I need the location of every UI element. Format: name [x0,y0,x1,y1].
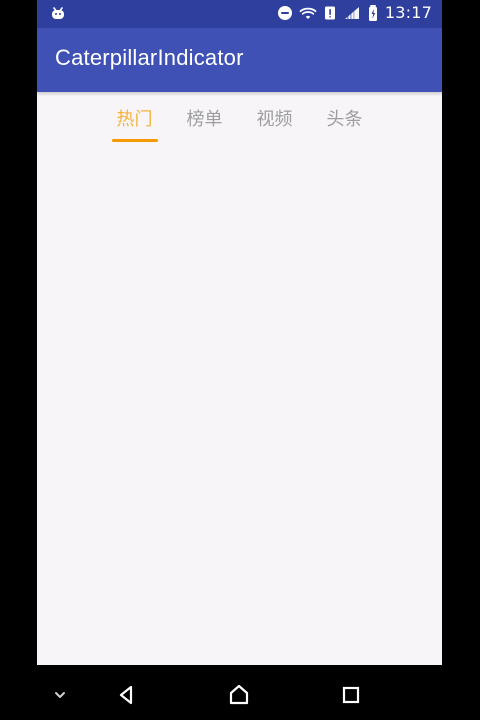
content-area [37,147,442,665]
signal-icon [343,5,361,21]
tab-label: 头条 [326,109,363,130]
tab-headlines[interactable]: 头条 [325,104,365,132]
android-screen: 13:17 CaterpillarIndicator 热门 榜单 视频 头条 [0,0,480,720]
recents-icon [338,682,364,708]
recents-button[interactable] [331,675,371,715]
status-bar: 13:17 [37,0,442,28]
android-debug-icon [49,4,67,22]
app-bar: CaterpillarIndicator [37,28,442,92]
do-not-disturb-icon [277,5,293,21]
home-icon [225,681,253,709]
android-navigation-bar [0,665,480,720]
chevron-down-button[interactable] [40,675,80,715]
status-right: 13:17 [277,3,432,22]
tab-hot[interactable]: 热门 [111,104,158,142]
tab-label: 视频 [256,109,293,130]
back-button[interactable] [106,675,146,715]
app-window: 13:17 CaterpillarIndicator 热门 榜单 视频 头条 [37,0,442,665]
chevron-down-icon [52,687,68,703]
home-button[interactable] [219,675,259,715]
wifi-icon [299,5,317,21]
back-icon [113,682,139,708]
tab-label: 榜单 [186,109,223,130]
status-left [49,4,67,22]
app-title: CaterpillarIndicator [55,45,244,70]
battery-charging-icon [367,4,379,22]
no-sim-icon [323,5,337,21]
caterpillar-tabs: 热门 榜单 视频 头条 [37,92,442,147]
tab-rankings[interactable]: 榜单 [185,104,225,132]
tab-videos[interactable]: 视频 [255,104,295,132]
tab-label: 热门 [116,109,153,130]
status-time: 13:17 [384,3,432,22]
active-tab-indicator [111,139,158,142]
